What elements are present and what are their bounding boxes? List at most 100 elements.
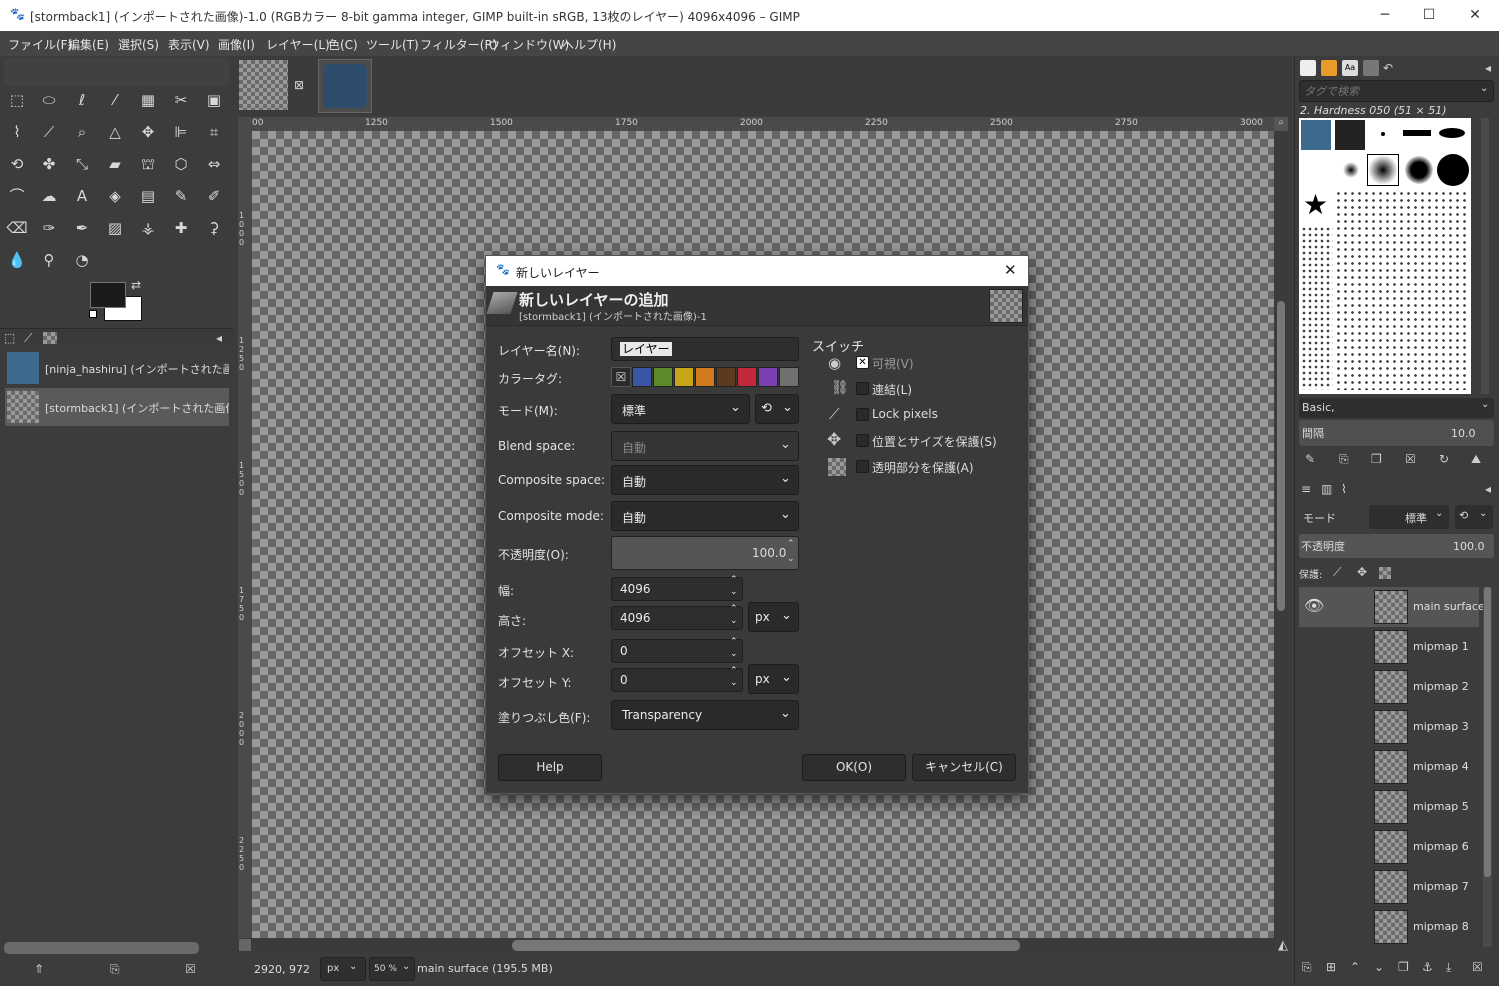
zoom-select[interactable]: 50 % ⌄ <box>369 957 415 981</box>
raise-layer-icon[interactable]: ⌃ <box>1350 960 1360 974</box>
lower-layer-icon[interactable]: ⌄ <box>1374 960 1384 974</box>
ink-icon[interactable]: ✒ <box>71 217 93 239</box>
perspective-clone-icon[interactable]: ⚳ <box>203 217 225 239</box>
spacing-slider[interactable]: 間隔 10.0 <box>1299 420 1494 446</box>
paintbrush-icon[interactable]: ✐ <box>203 185 225 207</box>
layers-scroll-track[interactable] <box>1483 587 1492 947</box>
move-icon[interactable]: ✥ <box>137 121 159 143</box>
layers-tab-icon[interactable]: ≡ <box>1301 482 1311 496</box>
brush-ninja[interactable] <box>1301 120 1331 150</box>
foreground-select-icon[interactable]: ▣ <box>203 89 225 111</box>
layer-name-input[interactable]: レイヤー <box>611 337 799 361</box>
airbrush-icon[interactable]: ✑ <box>38 217 60 239</box>
layer-row[interactable]: mipmap 4 <box>1299 747 1479 787</box>
merge-down-icon[interactable]: ⤓ <box>1446 960 1451 975</box>
dodge-icon[interactable]: ⚲ <box>38 249 60 271</box>
wand-icon[interactable]: ⁄ <box>104 89 126 111</box>
color-picker-icon[interactable]: ⟋ <box>38 121 60 143</box>
brush-tag-filter[interactable]: ⌄ <box>1299 80 1494 102</box>
unified-transform-icon[interactable]: ⟲ <box>6 153 28 175</box>
lock-alpha-checkbox[interactable] <box>856 460 869 473</box>
maximize-button[interactable]: ☐ <box>1406 0 1452 31</box>
minimize-button[interactable]: ─ <box>1362 0 1408 31</box>
rect-select-icon[interactable]: ⬚ <box>6 89 28 111</box>
layer-row[interactable]: mipmap 8 <box>1299 907 1479 947</box>
new-brush-icon[interactable]: ⎘ <box>1339 452 1349 467</box>
texture-brushes-col[interactable] <box>1301 226 1333 390</box>
free-path-icon[interactable]: ⌒ <box>6 185 28 207</box>
palette-tab-icon[interactable] <box>1363 60 1379 76</box>
lock-position-checkbox[interactable] <box>856 434 869 447</box>
perspective-icon[interactable]: ⬡ <box>170 153 192 175</box>
menu-file[interactable]: ファイル(F) <box>8 36 72 53</box>
color-tag-blue[interactable] <box>632 367 652 387</box>
duplicate-brush-icon[interactable]: ❐ <box>1371 452 1382 466</box>
bucket-fill-icon[interactable]: ◈ <box>104 185 126 207</box>
unit-select[interactable]: px ⌄ <box>320 957 366 981</box>
color-tag-red[interactable] <box>737 367 757 387</box>
menu-help[interactable]: ヘルプ(H) <box>562 36 616 53</box>
horizontal-scrollbar[interactable] <box>4 942 199 954</box>
eye-icon[interactable]: 👁 <box>1304 596 1324 615</box>
blur-icon[interactable]: 💧 <box>6 249 28 271</box>
menu-select[interactable]: 選択(S) <box>118 36 159 53</box>
ok-button[interactable]: OK(O) <box>802 754 906 781</box>
blend-space-select[interactable]: 自動 ⌄ <box>611 431 799 461</box>
layer-row[interactable]: mipmap 1 <box>1299 627 1479 667</box>
tag-search-input[interactable] <box>1304 83 1474 99</box>
align-icon[interactable]: ⊫ <box>170 121 192 143</box>
lock-alpha-icon[interactable] <box>1379 567 1391 579</box>
menu-colors[interactable]: 色(C) <box>328 36 358 53</box>
image-tab-stormback[interactable] <box>239 60 288 110</box>
smudge-icon[interactable]: ☁ <box>38 185 60 207</box>
fonts-tab-icon[interactable]: Aa <box>1342 60 1358 76</box>
device-status-tab-icon[interactable]: ⟋ <box>24 331 32 346</box>
texture-brushes[interactable] <box>1335 190 1469 390</box>
width-input[interactable]: 4096 ⌃ ⌄ <box>611 574 743 601</box>
swap-colors-icon[interactable]: ⇄ <box>131 278 141 292</box>
close-button[interactable]: ✕ <box>1452 0 1498 31</box>
height-input[interactable]: 4096 ⌃ ⌄ <box>611 604 743 630</box>
brush-texture[interactable] <box>1335 120 1365 150</box>
menu-edit[interactable]: 編集(E) <box>68 36 109 53</box>
warp-icon[interactable]: ✤ <box>38 153 60 175</box>
heal-icon[interactable]: ✚ <box>170 217 192 239</box>
offset-x-input[interactable]: 0 ⌃ ⌄ <box>611 637 743 663</box>
layer-opacity-slider[interactable]: 不透明度 100.0 <box>1299 534 1494 558</box>
burn-smudge-icon[interactable]: ◔ <box>71 249 93 271</box>
quick-mask-icon[interactable] <box>239 939 251 951</box>
layer-row[interactable]: mipmap 7 <box>1299 867 1479 907</box>
lock-pixels-checkbox[interactable] <box>856 408 869 421</box>
mypaint-brush-icon[interactable]: ▨ <box>104 217 126 239</box>
layer-row[interactable]: mipmap 2 <box>1299 667 1479 707</box>
foreground-color[interactable] <box>90 282 126 308</box>
layer-mode-select[interactable]: 標準 ⌄ <box>1369 505 1449 529</box>
delete-brush-icon[interactable]: ☒ <box>1405 452 1416 466</box>
menu-layer[interactable]: レイヤー(L) <box>266 36 330 53</box>
zoom-fit-icon[interactable]: ⌕ <box>1274 117 1288 131</box>
menu-view[interactable]: 表示(V) <box>168 36 210 53</box>
panel-menu-icon[interactable]: ◂ <box>216 331 222 345</box>
delete-layer-icon[interactable]: ☒ <box>1472 960 1483 974</box>
images-tab-icon[interactable] <box>43 332 57 344</box>
brush-oval[interactable] <box>1439 128 1465 138</box>
fill-select[interactable]: Transparency ⌄ <box>611 700 799 730</box>
pencil-icon[interactable]: ✎ <box>170 185 192 207</box>
new-layer-group-icon[interactable]: ⊞ <box>1326 960 1336 974</box>
offset-y-input[interactable]: 0 ⌃ ⌄ <box>611 666 743 692</box>
clone-icon[interactable]: ⚶ <box>137 217 159 239</box>
color-tag-violet[interactable] <box>758 367 778 387</box>
paths-icon[interactable]: ⌇ <box>6 121 28 143</box>
linked-checkbox[interactable] <box>856 382 869 395</box>
zoom-icon[interactable]: ⌕ <box>71 121 93 143</box>
composite-select[interactable]: ⟲ ⌄ <box>1455 505 1493 529</box>
text-icon[interactable]: A <box>71 185 93 207</box>
anchor-icon[interactable]: ⚓ <box>1422 960 1433 974</box>
menu-windows[interactable]: ウィンドウ(W) <box>488 36 569 53</box>
opacity-slider[interactable]: 100.0 ⌃ ⌄ <box>611 536 799 570</box>
ellipse-select-icon[interactable]: ⬭ <box>38 89 60 111</box>
panel-menu-icon[interactable]: ◂ <box>1485 482 1491 496</box>
dialog-close-icon[interactable]: ✕ <box>1004 261 1017 279</box>
spin-arrows-icon[interactable]: ⌃ ⌄ <box>730 574 738 598</box>
delete-icon[interactable]: ☒ <box>185 962 196 976</box>
